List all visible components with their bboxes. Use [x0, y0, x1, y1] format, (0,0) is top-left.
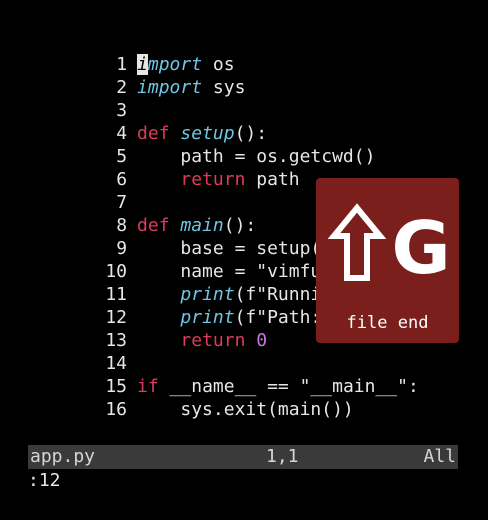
status-bar: app.py 1,1 All — [28, 445, 458, 469]
code-line-15[interactable]: 15 if __name__ == "__main__": — [0, 352, 418, 397]
status-filename: app.py — [30, 446, 96, 467]
terminal-window: 1 import os 2 import sys 3 4 def setup(): 5… — [0, 0, 488, 520]
code-line-2[interactable]: 2 import sys — [0, 53, 245, 98]
module-name: sys — [202, 77, 246, 98]
code-line-5[interactable]: 5 path = os.getcwd() — [0, 122, 375, 167]
code-line-13[interactable]: 13 return 0 — [0, 306, 267, 351]
code-text: sys.exit(main()) — [137, 399, 354, 420]
code-line-16[interactable]: 16 sys.exit(main()) — [0, 375, 353, 420]
code-line-6[interactable]: 6 return path — [0, 145, 299, 190]
code-line-10[interactable]: 10 name = "vimfu" — [0, 237, 332, 282]
keyword-return: return — [180, 169, 246, 190]
command-line[interactable]: :12 — [28, 469, 61, 493]
code-line-8[interactable]: 8 def main(): — [0, 191, 256, 236]
code-line-4[interactable]: 4 def setup(): — [0, 99, 267, 144]
keyword-return: return — [180, 330, 246, 351]
overlay-label: file end — [346, 313, 429, 333]
code-line-7[interactable]: 7 — [0, 168, 127, 213]
number-literal: 0 — [245, 330, 268, 351]
key-letter: G — [391, 206, 451, 290]
code-line-14[interactable]: 14 — [0, 329, 127, 374]
keystroke-overlay: G file end — [316, 178, 459, 343]
code-line-1[interactable]: 1 import os — [0, 30, 235, 75]
keyword-import: import — [137, 77, 203, 98]
line-number: 16 — [105, 399, 128, 420]
status-cursor-position: 1,1 — [266, 446, 299, 467]
code-line-3[interactable]: 3 — [0, 76, 127, 121]
status-scroll-position: All — [423, 446, 456, 467]
code-text: path — [245, 169, 300, 190]
code-line-9[interactable]: 9 base = setup() — [0, 214, 332, 259]
